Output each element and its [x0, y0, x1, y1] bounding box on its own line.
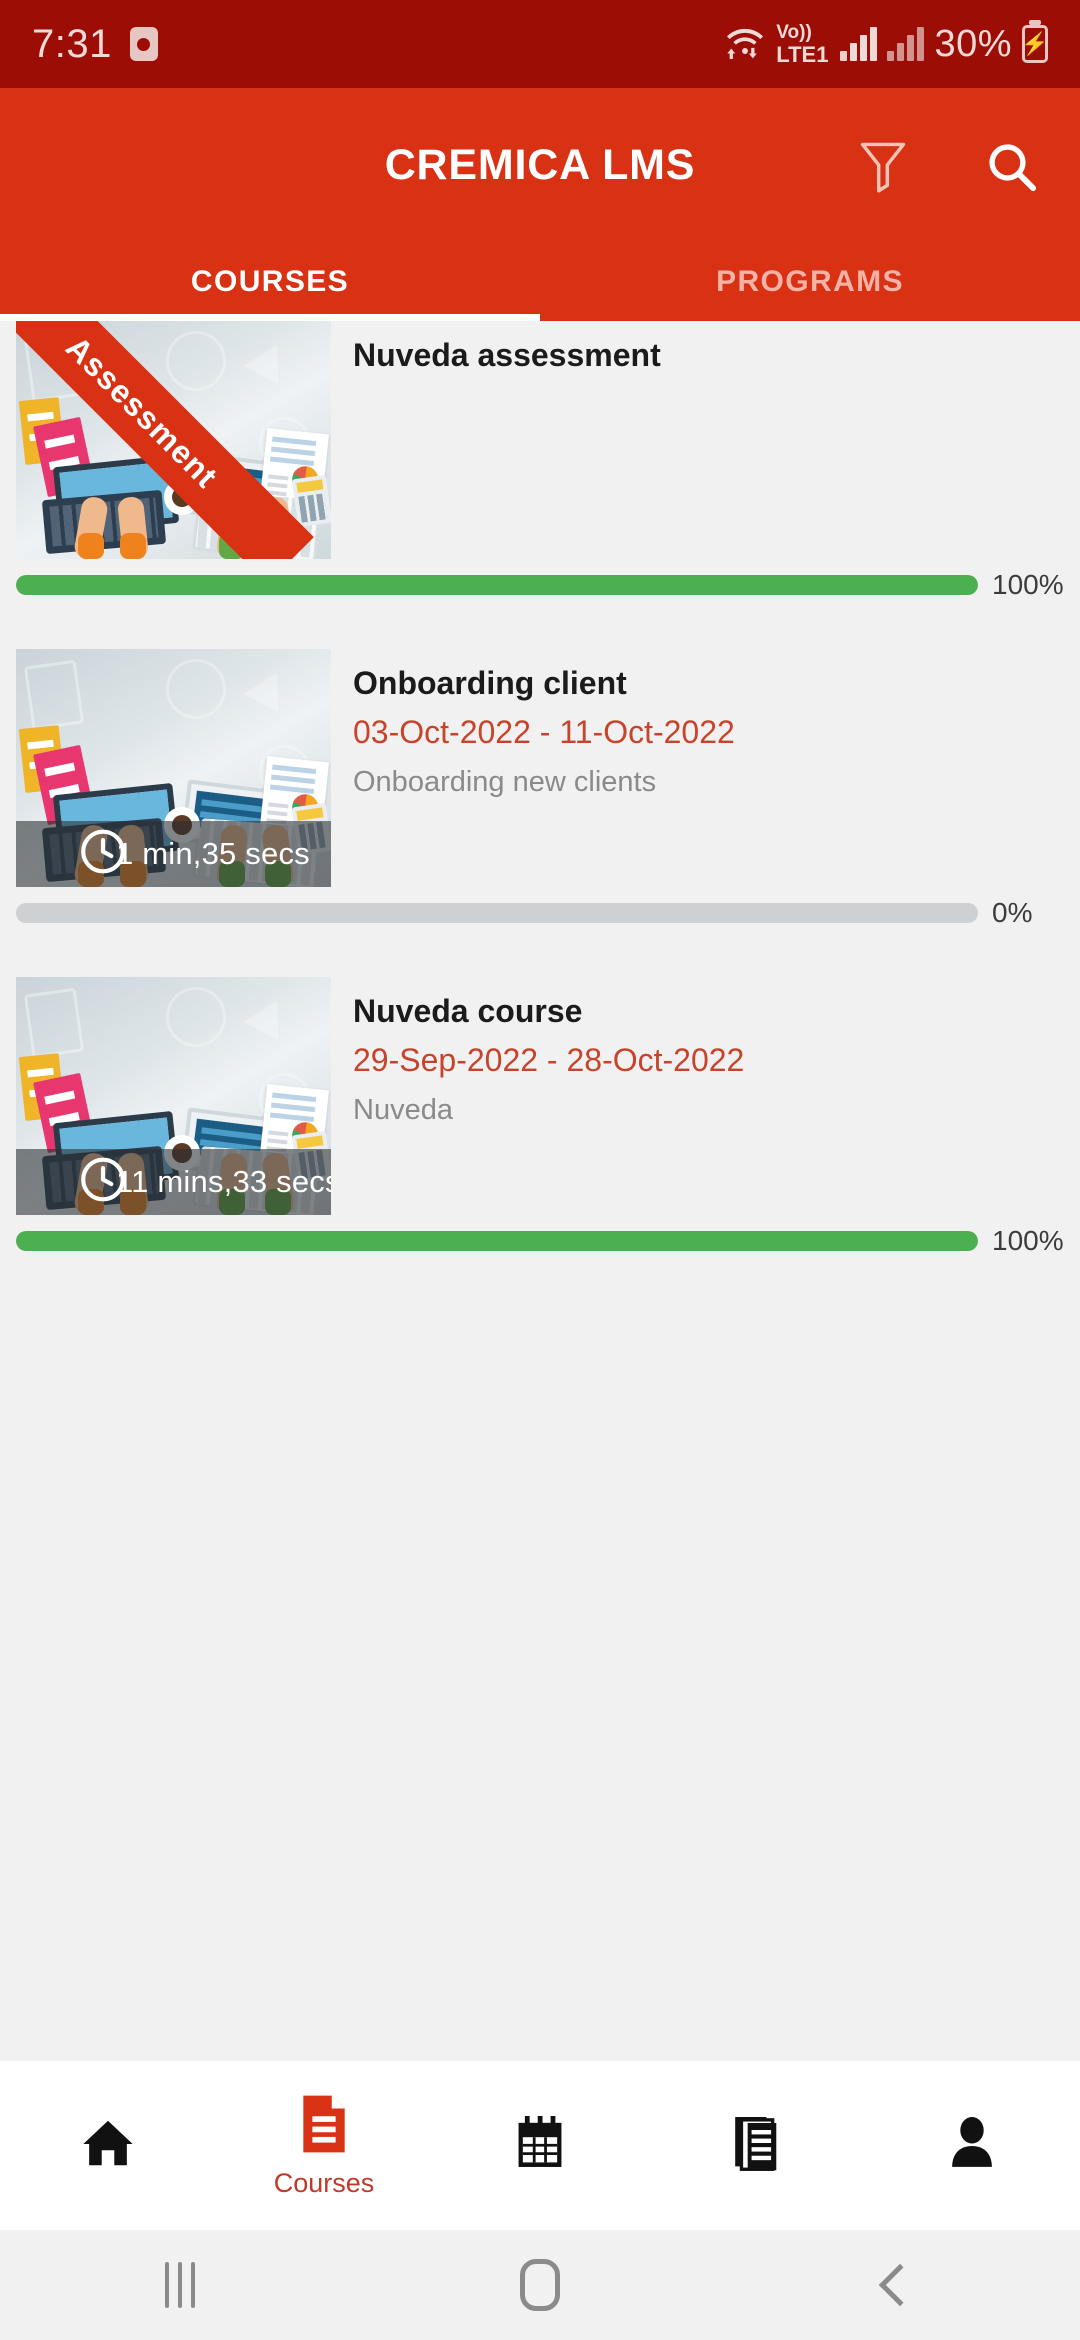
course-title: Nuveda assessment: [353, 337, 661, 373]
course-dates: 29-Sep-2022 - 28-Oct-2022: [353, 1042, 745, 1078]
course-title: Nuveda course: [353, 993, 583, 1029]
bottom-nav-item-library[interactable]: [648, 2061, 864, 2230]
status-time: 7:31: [32, 21, 112, 66]
calendar-icon: [512, 2114, 568, 2177]
app-bar-actions: [848, 131, 1046, 201]
signal-bars-icon: [840, 27, 878, 61]
course-thumbnail: 1 min,35 secs: [16, 649, 331, 887]
android-recents-button[interactable]: [0, 2262, 360, 2308]
bottom-nav-label-courses: Courses: [273, 2167, 375, 2198]
course-progress: 100%: [0, 1225, 1080, 1257]
course-card[interactable]: 11 mins,33 secs Nuveda course 29-Sep-202…: [0, 977, 1080, 1257]
android-home-button[interactable]: [360, 2259, 720, 2311]
pages-stack-icon: [730, 2113, 782, 2178]
document-icon: [297, 2093, 351, 2160]
course-card-row: Assessment Nuveda assessment: [0, 321, 1080, 559]
back-chevron-icon: [878, 2263, 922, 2307]
course-title: Onboarding client: [353, 665, 627, 701]
wifi-icon: [724, 24, 766, 65]
battery-charging-icon: ⚡: [1021, 25, 1049, 63]
volte-indicator: Vo)) LTE1: [776, 21, 829, 67]
filter-funnel-icon[interactable]: [848, 131, 918, 201]
course-duration-label: 11 mins,33 secs: [116, 1164, 331, 1199]
status-bar: 7:31 Vo)) LTE1 30% ⚡: [0, 0, 1080, 88]
progress-percent: 100%: [992, 569, 1064, 600]
recents-icon: [165, 2262, 195, 2308]
bottom-nav-item-courses[interactable]: Courses: [216, 2061, 432, 2230]
course-card-row: 11 mins,33 secs Nuveda course 29-Sep-202…: [0, 977, 1080, 1215]
card-divider: [0, 929, 1080, 977]
signal-bars-icon-secondary: [887, 27, 925, 61]
status-bar-right: Vo)) LTE1 30% ⚡: [724, 21, 1049, 67]
home-pill-icon: [520, 2259, 560, 2311]
course-description: Nuveda: [353, 1094, 453, 1126]
search-icon[interactable]: [976, 131, 1046, 201]
progress-percent: 100%: [992, 1225, 1064, 1256]
bottom-nav-item-profile[interactable]: [864, 2061, 1080, 2230]
course-duration-label: 1 min,35 secs: [116, 836, 310, 871]
course-card[interactable]: 1 min,35 secs Onboarding client 03-Oct-2…: [0, 649, 1080, 929]
course-duration-overlay: 1 min,35 secs: [16, 821, 331, 887]
bottom-navigation: Courses: [0, 2061, 1080, 2230]
app-bar: CREMICA LMS: [0, 88, 1080, 243]
bottom-nav-item-home[interactable]: [0, 2061, 216, 2230]
tab-courses[interactable]: COURSES: [0, 243, 540, 321]
course-description: Onboarding new clients: [353, 766, 657, 798]
card-divider: [0, 601, 1080, 649]
bottom-nav-item-calendar[interactable]: [432, 2061, 648, 2230]
app-screen: 7:31 Vo)) LTE1 30% ⚡ CREMICA LMS COURSES…: [0, 0, 1080, 2340]
course-info: Onboarding client 03-Oct-2022 - 11-Oct-2…: [331, 649, 1080, 887]
tab-programs[interactable]: PROGRAMS: [540, 243, 1080, 321]
course-card-row: 1 min,35 secs Onboarding client 03-Oct-2…: [0, 649, 1080, 887]
tab-bar: COURSES PROGRAMS: [0, 243, 1080, 321]
screen-record-icon: [129, 27, 158, 61]
home-icon: [79, 2114, 137, 2177]
status-bar-left: 7:31: [32, 22, 158, 67]
course-thumbnail: 11 mins,33 secs: [16, 977, 331, 1215]
progress-bar: [16, 575, 978, 595]
course-card[interactable]: Assessment Nuveda assessment 100%: [0, 321, 1080, 601]
progress-percent: 0%: [992, 897, 1033, 928]
tab-active-indicator: [0, 314, 540, 321]
clock-icon: [78, 827, 128, 882]
course-progress: 0%: [0, 897, 1080, 929]
battery-percent: 30%: [934, 22, 1012, 65]
person-icon: [946, 2115, 998, 2176]
android-back-button[interactable]: [720, 2263, 1080, 2307]
progress-bar: [16, 903, 978, 923]
progress-bar: [16, 1231, 978, 1251]
android-navigation-bar: [0, 2230, 1080, 2340]
course-thumbnail: Assessment: [16, 321, 331, 559]
course-duration-overlay: 11 mins,33 secs: [16, 1149, 331, 1215]
course-info: Nuveda assessment: [331, 321, 1080, 559]
clock-icon: [78, 1155, 128, 1210]
course-list[interactable]: Assessment Nuveda assessment 100% 1 min,…: [0, 321, 1080, 2061]
course-progress: 100%: [0, 569, 1080, 601]
course-info: Nuveda course 29-Sep-2022 - 28-Oct-2022 …: [331, 977, 1080, 1215]
course-dates: 03-Oct-2022 - 11-Oct-2022: [353, 714, 735, 750]
